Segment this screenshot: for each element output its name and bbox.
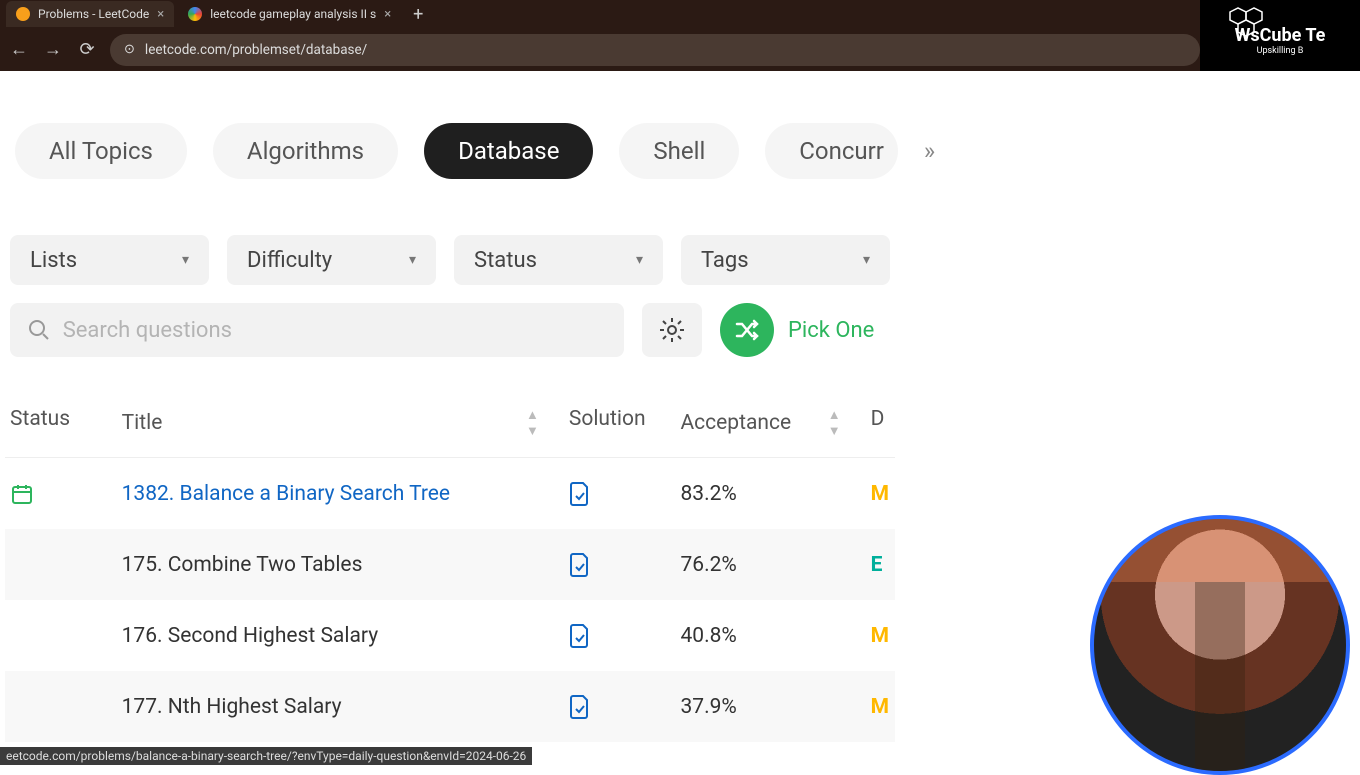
hex-icon (1220, 4, 1280, 38)
main-content: All Topics Algorithms Database Shell Con… (0, 71, 895, 742)
new-tab-button[interactable]: + (405, 4, 431, 25)
acceptance-value: 76.2% (680, 553, 870, 577)
filter-label: Difficulty (247, 248, 332, 273)
gear-icon (658, 316, 686, 344)
pick-one-label: Pick One (788, 318, 874, 343)
action-row: Pick One (5, 285, 895, 357)
table-row[interactable]: 176. Second Highest Salary 40.8%M (5, 600, 895, 671)
site-info-icon[interactable]: ⊙ (124, 42, 135, 57)
search-box[interactable] (10, 303, 624, 357)
sort-icon: ▲▼ (828, 407, 841, 439)
difficulty-badge: M (871, 482, 890, 506)
more-topics-icon[interactable]: » (924, 137, 935, 165)
difficulty-badge: M (871, 624, 890, 648)
table-row[interactable]: 177. Nth Highest Salary 37.9%M (5, 671, 895, 742)
col-status[interactable]: Status (10, 407, 122, 439)
url-text: leetcode.com/problemset/database/ (145, 42, 367, 58)
problem-title[interactable]: 176. Second Highest Salary (122, 624, 569, 648)
col-title[interactable]: Title▲▼ (122, 407, 569, 439)
browser-tab-strip: Problems - LeetCode × leetcode gameplay … (0, 0, 1360, 28)
solution-doc-icon[interactable] (569, 481, 591, 507)
acceptance-value: 40.8% (680, 624, 870, 648)
difficulty-badge: M (871, 695, 890, 719)
chevron-down-icon: ▾ (863, 252, 870, 268)
topic-tabs: All Topics Algorithms Database Shell Con… (5, 123, 895, 179)
problem-title[interactable]: 1382. Balance a Binary Search Tree (122, 482, 569, 506)
filter-tags[interactable]: Tags ▾ (681, 235, 890, 285)
favicon-icon (188, 7, 202, 21)
solution-doc-icon[interactable] (569, 694, 591, 720)
difficulty-badge: E (871, 553, 890, 577)
topic-shell[interactable]: Shell (619, 123, 739, 179)
chevron-down-icon: ▾ (182, 252, 189, 268)
favicon-icon (16, 7, 30, 21)
col-acceptance[interactable]: Acceptance▲▼ (680, 407, 870, 439)
reload-button[interactable]: ⟳ (76, 39, 98, 60)
search-input[interactable] (63, 318, 606, 343)
tagline-text: Upskilling B (1257, 46, 1304, 56)
filter-label: Status (474, 248, 537, 273)
tab-title: Problems - LeetCode (38, 7, 149, 21)
close-icon[interactable]: × (384, 7, 391, 22)
filter-label: Tags (701, 248, 749, 273)
browser-tab-active[interactable]: Problems - LeetCode × (6, 1, 174, 27)
watermark-logo: WsCube Te Upskilling B (1200, 0, 1360, 71)
acceptance-value: 37.9% (680, 695, 870, 719)
chevron-down-icon: ▾ (636, 252, 643, 268)
filter-row: Lists ▾ Difficulty ▾ Status ▾ Tags ▾ (5, 179, 895, 285)
table-row[interactable]: 1382. Balance a Binary Search Tree 83.2%M (5, 458, 895, 529)
chevron-down-icon: ▾ (409, 252, 416, 268)
status-bar-url: eetcode.com/problems/balance-a-binary-se… (0, 747, 532, 765)
settings-button[interactable] (642, 303, 702, 357)
topic-concurrency[interactable]: Concurr (765, 123, 898, 179)
search-icon (28, 319, 49, 341)
filter-label: Lists (30, 248, 77, 273)
filter-status[interactable]: Status ▾ (454, 235, 663, 285)
col-solution[interactable]: Solution (569, 407, 681, 439)
topic-algorithms[interactable]: Algorithms (213, 123, 398, 179)
tab-title: leetcode gameplay analysis II s (210, 7, 376, 21)
table-body: 1382. Balance a Binary Search Tree83.2%M… (5, 458, 895, 742)
table-header: Status Title▲▼ Solution Acceptance▲▼ D (5, 357, 895, 458)
address-bar[interactable]: ⊙ leetcode.com/problemset/database/ (110, 34, 1200, 66)
sort-icon: ▲▼ (526, 407, 539, 439)
acceptance-value: 83.2% (680, 482, 870, 506)
table-row[interactable]: 175. Combine Two Tables 76.2%E (5, 529, 895, 600)
shuffle-icon (720, 303, 774, 357)
pick-one-button[interactable]: Pick One (720, 303, 874, 357)
forward-button[interactable]: → (42, 39, 64, 60)
close-icon[interactable]: × (157, 7, 164, 22)
filter-lists[interactable]: Lists ▾ (10, 235, 209, 285)
solution-doc-icon[interactable] (569, 623, 591, 649)
topic-database[interactable]: Database (424, 123, 593, 179)
topic-all[interactable]: All Topics (15, 123, 187, 179)
problem-title[interactable]: 175. Combine Two Tables (122, 553, 569, 577)
solution-doc-icon[interactable] (569, 552, 591, 578)
problem-title[interactable]: 177. Nth Highest Salary (122, 695, 569, 719)
col-difficulty[interactable]: D (871, 407, 890, 439)
back-button[interactable]: ← (8, 39, 30, 60)
filter-difficulty[interactable]: Difficulty ▾ (227, 235, 436, 285)
presenter-webcam (1090, 515, 1350, 775)
browser-tab[interactable]: leetcode gameplay analysis II s × (178, 1, 401, 27)
calendar-icon (10, 482, 34, 506)
browser-toolbar: ← → ⟳ ⊙ leetcode.com/problemset/database… (0, 28, 1360, 71)
